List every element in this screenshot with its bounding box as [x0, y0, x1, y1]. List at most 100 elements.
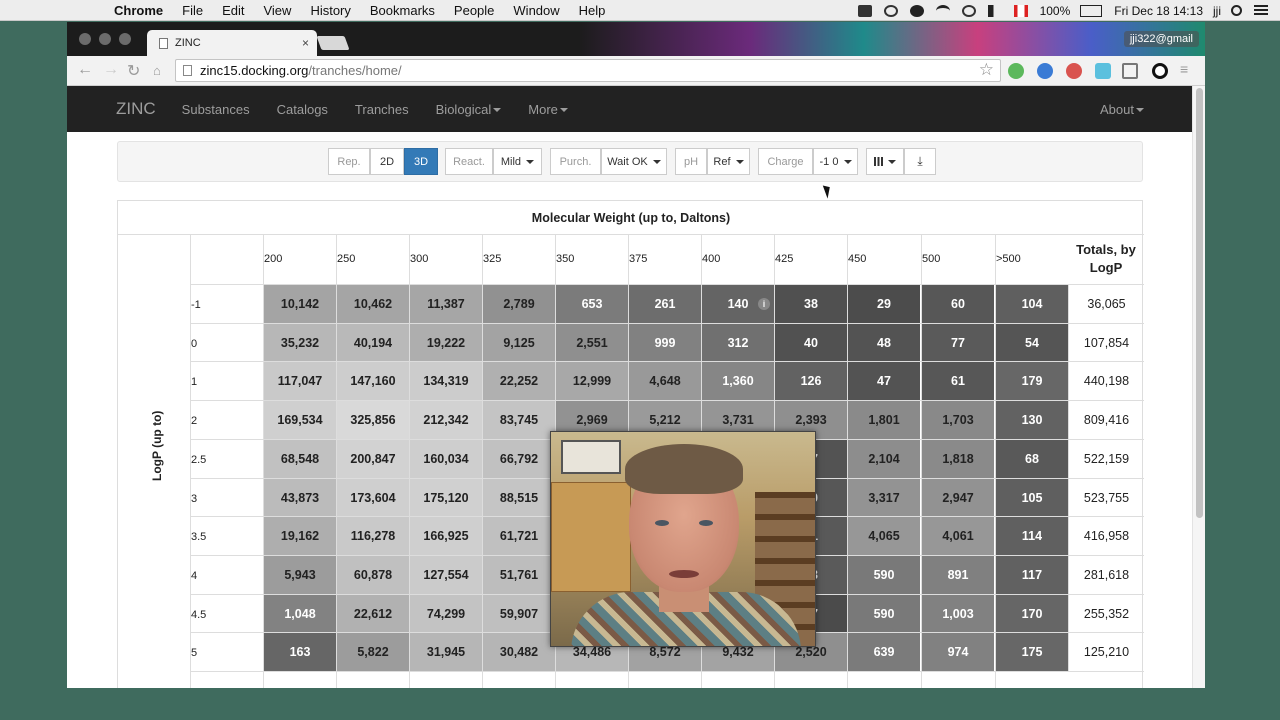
adblock-extension-icon[interactable] [1066, 63, 1082, 79]
purch-dropdown[interactable]: Wait OK [601, 148, 667, 175]
rep-3d-button[interactable]: 3D [404, 148, 438, 175]
tranche-cell[interactable]: 169,534 [264, 401, 336, 440]
tranche-cell[interactable]: 134,319 [410, 362, 482, 401]
tranche-cell[interactable]: 2,104 [848, 439, 920, 478]
menu-window[interactable]: Window [513, 3, 559, 18]
cast-icon[interactable] [1122, 63, 1138, 79]
tranche-cell[interactable]: 2,789 [483, 285, 555, 323]
tranche-cell[interactable]: 590 [848, 555, 920, 594]
tranche-cell[interactable]: 11,387 [410, 285, 482, 323]
tranche-cell[interactable]: 179 [996, 362, 1068, 401]
menu-app-chrome[interactable]: Chrome [114, 3, 163, 18]
tranche-cell[interactable]: 12,999 [556, 362, 628, 401]
home-icon[interactable]: ⌂ [153, 63, 161, 78]
tranche-cell[interactable]: 74,299 [410, 594, 482, 633]
tranche-cell[interactable]: 35,232 [264, 323, 336, 362]
tranche-cell[interactable]: 68 [996, 439, 1068, 478]
circle-extension-icon[interactable] [1152, 63, 1168, 79]
tranche-cell[interactable]: 325,856 [337, 401, 409, 440]
tranche-cell[interactable]: 175,120 [410, 478, 482, 517]
nav-about[interactable]: About [1100, 102, 1144, 117]
tranche-cell[interactable]: 88,515 [483, 478, 555, 517]
tranche-cell[interactable]: 999 [629, 323, 701, 362]
drive-icon[interactable] [857, 4, 872, 17]
tranche-cell[interactable]: 1,003 [922, 594, 994, 633]
reload-icon[interactable]: ↻ [127, 61, 140, 81]
tranche-cell[interactable]: 173,604 [337, 478, 409, 517]
tranche-cell[interactable]: 261 [629, 285, 701, 323]
tranche-cell[interactable]: 29 [848, 285, 920, 323]
profile-button[interactable]: jji322@gmail [1123, 31, 1199, 47]
tranche-cell[interactable]: 19,162 [264, 517, 336, 556]
scrollbar-thumb[interactable] [1196, 88, 1203, 518]
tab-close-icon[interactable]: × [302, 36, 309, 50]
user-name[interactable]: jji [1213, 4, 1221, 18]
tranche-cell[interactable]: 61,721 [483, 517, 555, 556]
tranche-cell[interactable]: 126 [775, 362, 847, 401]
tranche-cell[interactable]: 31,945 [410, 633, 482, 672]
drive-extension-icon[interactable] [1037, 63, 1053, 79]
tranche-cell[interactable]: 170 [996, 594, 1068, 633]
nav-tranches[interactable]: Tranches [355, 102, 409, 117]
forward-icon[interactable]: → [103, 61, 119, 79]
charge-dropdown[interactable]: -1 0 [813, 148, 858, 175]
tranche-cell[interactable]: 1,703 [922, 401, 994, 440]
menu-help[interactable]: Help [579, 3, 606, 18]
chrome-menu-icon[interactable]: ≡ [1180, 61, 1188, 77]
clock[interactable]: Fri Dec 18 14:13 [1114, 4, 1203, 18]
tranche-cell[interactable]: 40,194 [337, 323, 409, 362]
tranche-cell[interactable]: 974 [922, 633, 994, 672]
tranche-cell[interactable]: 38 [775, 285, 847, 323]
tranche-cell[interactable]: 60,878 [337, 555, 409, 594]
sync-icon[interactable] [883, 4, 898, 17]
minimize-window-icon[interactable] [99, 33, 111, 45]
menu-view[interactable]: View [263, 3, 291, 18]
info-icon[interactable]: i [758, 298, 770, 310]
back-icon[interactable]: ← [77, 61, 93, 79]
tranche-cell[interactable]: 51,761 [483, 555, 555, 594]
tranche-cell[interactable]: 653 [556, 285, 628, 323]
tranche-cell[interactable]: 10,462 [337, 285, 409, 323]
evernote-extension-icon[interactable] [1008, 63, 1024, 79]
close-window-icon[interactable] [79, 33, 91, 45]
site-brand[interactable]: ZINC [116, 99, 156, 119]
volume-icon[interactable] [987, 4, 1002, 17]
tranche-cell[interactable]: 590 [848, 594, 920, 633]
notification-center-icon[interactable] [1254, 4, 1268, 17]
ph-dropdown[interactable]: Ref [707, 148, 750, 175]
tranche-cell[interactable]: 59,907 [483, 594, 555, 633]
tranche-cell[interactable]: 166,925 [410, 517, 482, 556]
tranche-cell[interactable]: 1,801 [848, 401, 920, 440]
tranche-cell[interactable]: 66,792 [483, 439, 555, 478]
tranche-cell[interactable]: 163 [264, 633, 336, 672]
tranche-cell[interactable]: 10,142 [264, 285, 336, 323]
tranche-cell[interactable]: 4,061 [922, 517, 994, 556]
wifi-icon[interactable] [935, 4, 950, 17]
spotlight-search-icon[interactable] [1231, 5, 1242, 16]
rep-2d-button[interactable]: 2D [370, 148, 404, 175]
tranche-cell[interactable]: 891 [922, 555, 994, 594]
browser-tab[interactable]: ZINC × [147, 30, 317, 56]
tranche-cell[interactable]: 68,548 [264, 439, 336, 478]
tranche-cell[interactable]: 61 [922, 362, 994, 401]
tranche-cell[interactable]: 4,065 [848, 517, 920, 556]
tranche-cell[interactable]: 9,125 [483, 323, 555, 362]
menu-edit[interactable]: Edit [222, 3, 244, 18]
download-button[interactable]: ⤓ [904, 148, 936, 175]
page-scrollbar[interactable] [1192, 86, 1205, 688]
grid-view-dropdown[interactable] [866, 148, 904, 175]
tranche-cell[interactable]: 83,745 [483, 401, 555, 440]
tranche-cell[interactable]: 2,947 [922, 478, 994, 517]
tranche-cell[interactable]: 104 [996, 285, 1068, 323]
tranche-cell[interactable]: 1,048 [264, 594, 336, 633]
chat-icon[interactable] [909, 4, 924, 17]
tranche-cell[interactable]: 47 [848, 362, 920, 401]
bookmark-extension-icon[interactable] [1095, 63, 1111, 79]
nav-biological[interactable]: Biological [436, 102, 502, 117]
battery-percent[interactable]: 100% [1040, 4, 1071, 18]
tranche-cell[interactable]: 3,317 [848, 478, 920, 517]
tranche-cell[interactable]: 140 i [702, 285, 774, 323]
page-info-icon[interactable] [183, 65, 192, 76]
time-machine-icon[interactable] [961, 4, 976, 17]
menu-file[interactable]: File [182, 3, 203, 18]
